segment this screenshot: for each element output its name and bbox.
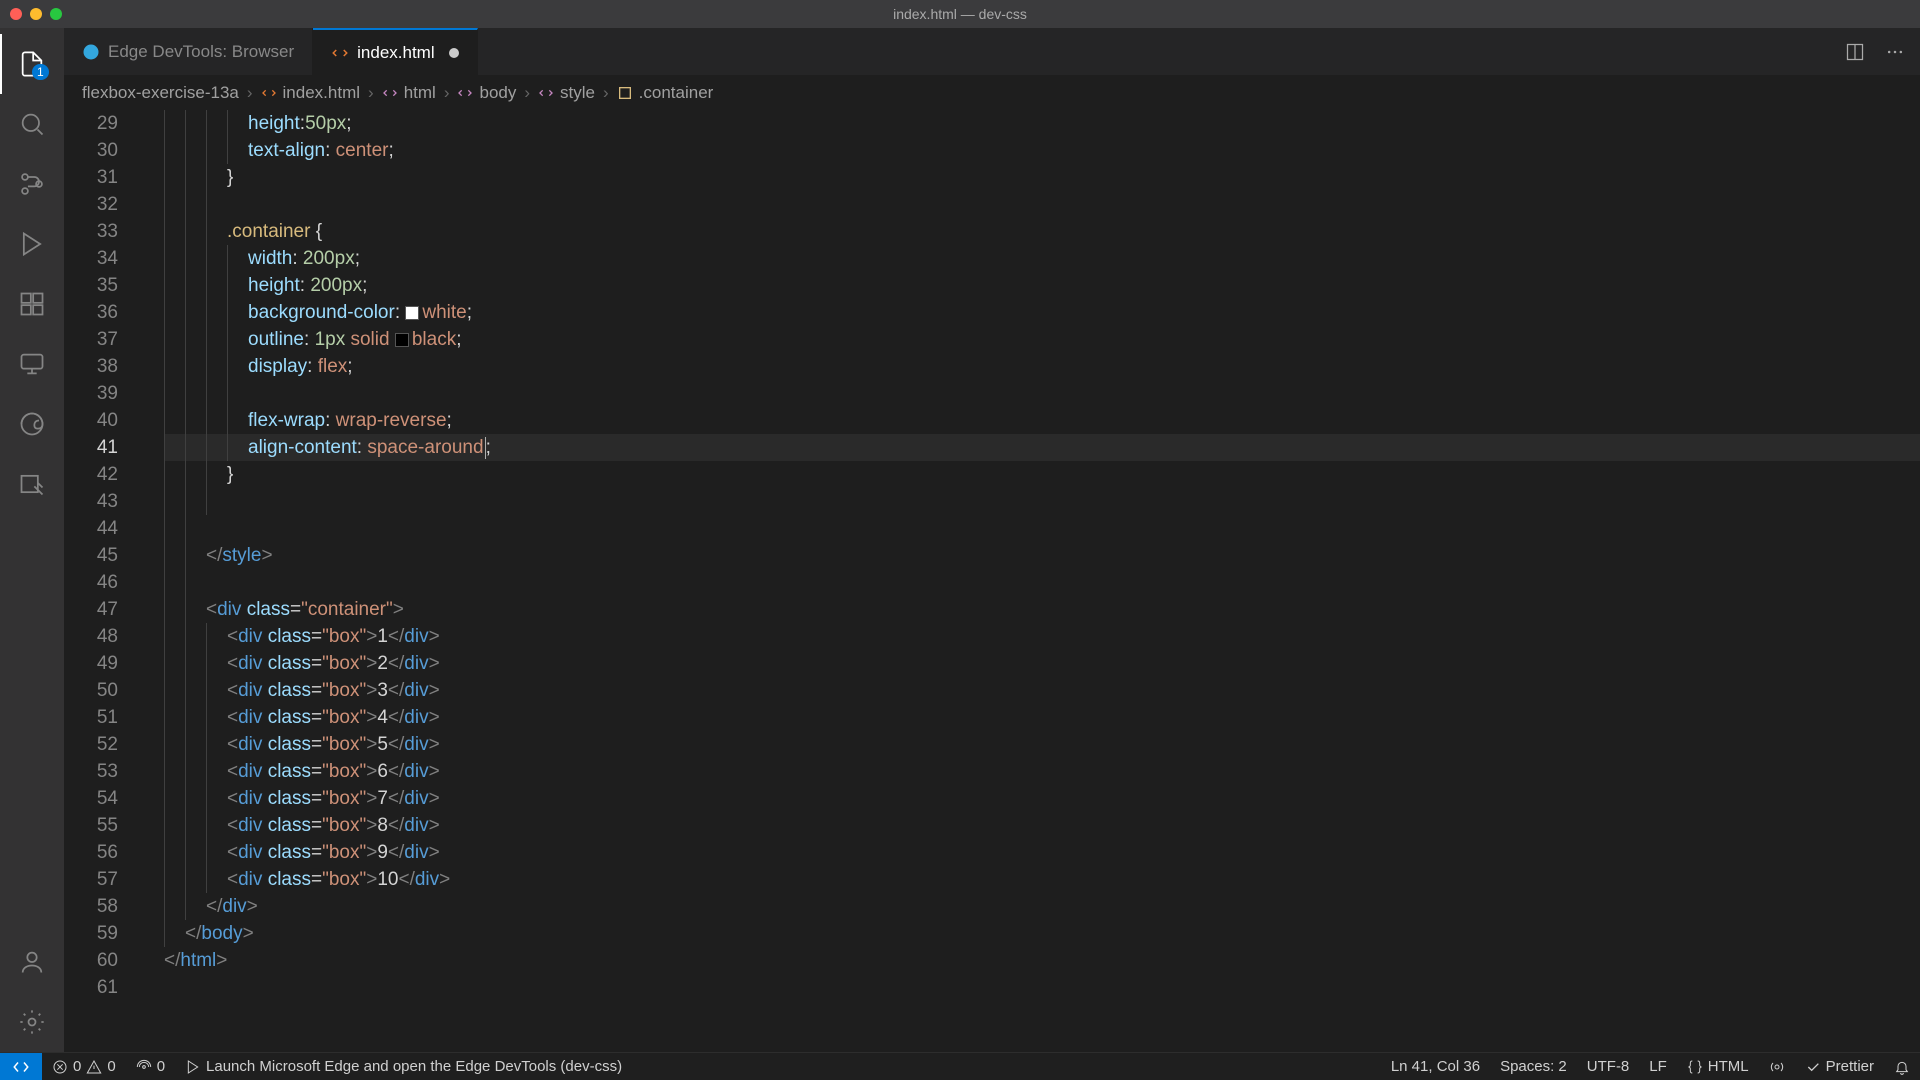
edge-icon <box>82 43 100 61</box>
status-go-live[interactable] <box>1759 1053 1795 1080</box>
check-icon <box>1805 1059 1821 1075</box>
radio-icon <box>136 1059 152 1075</box>
breadcrumb-container[interactable]: .container <box>617 83 714 103</box>
activity-explorer[interactable]: 1 <box>0 34 64 94</box>
chevron-right-icon: › <box>603 83 609 103</box>
activity-bar: 1 <box>0 28 64 1052</box>
minimize-window-button[interactable] <box>30 8 42 20</box>
chevron-right-icon: › <box>368 83 374 103</box>
status-errors[interactable]: 0 0 <box>42 1053 126 1080</box>
activity-extensions[interactable] <box>0 274 64 334</box>
tab-label: index.html <box>357 43 434 63</box>
maximize-window-button[interactable] <box>50 8 62 20</box>
bell-icon <box>1894 1059 1910 1075</box>
activity-edge[interactable] <box>0 394 64 454</box>
activity-run-debug[interactable] <box>0 214 64 274</box>
activity-search[interactable] <box>0 94 64 154</box>
explorer-badge: 1 <box>32 64 49 80</box>
debug-icon <box>185 1059 201 1075</box>
activity-accounts[interactable] <box>0 932 64 992</box>
remote-button[interactable] <box>0 1053 42 1080</box>
activity-inspect[interactable] <box>0 454 64 514</box>
html-file-icon <box>331 44 349 62</box>
code-editor[interactable]: 2930313233343536373839404142434445464748… <box>64 110 1920 1052</box>
window-titlebar: index.html — dev-css <box>0 0 1920 28</box>
close-window-button[interactable] <box>10 8 22 20</box>
window-controls <box>10 8 62 20</box>
tab-label: Edge DevTools: Browser <box>108 42 294 62</box>
line-number-gutter[interactable]: 2930313233343536373839404142434445464748… <box>64 110 136 1052</box>
tabs-bar: Edge DevTools: Browser index.html <box>64 28 1920 76</box>
status-launch-edge[interactable]: Launch Microsoft Edge and open the Edge … <box>175 1053 632 1080</box>
chevron-right-icon: › <box>247 83 253 103</box>
activity-source-control[interactable] <box>0 154 64 214</box>
more-actions-button[interactable] <box>1884 41 1906 63</box>
status-notifications[interactable] <box>1884 1053 1920 1080</box>
activity-remote[interactable] <box>0 334 64 394</box>
status-prettier[interactable]: Prettier <box>1795 1053 1884 1080</box>
chevron-right-icon: › <box>524 83 530 103</box>
status-bar: 0 0 0 Launch Microsoft Edge and open the… <box>0 1052 1920 1080</box>
status-encoding[interactable]: UTF-8 <box>1577 1053 1640 1080</box>
chevron-right-icon: › <box>444 83 450 103</box>
code-lines[interactable]: height:50px;text-align: center;}.contain… <box>164 110 1920 1052</box>
breadcrumb-project[interactable]: flexbox-exercise-13a <box>82 83 239 103</box>
breadcrumb-file[interactable]: index.html <box>261 83 360 103</box>
broadcast-icon <box>1769 1059 1785 1075</box>
window-title: index.html — dev-css <box>893 6 1027 22</box>
status-eol[interactable]: LF <box>1639 1053 1677 1080</box>
breadcrumb-body[interactable]: body <box>457 83 516 103</box>
status-indentation[interactable]: Spaces: 2 <box>1490 1053 1577 1080</box>
breadcrumb-html[interactable]: html <box>382 83 436 103</box>
activity-settings[interactable] <box>0 992 64 1052</box>
tab-index-html[interactable]: index.html <box>313 28 477 75</box>
tab-edge-devtools[interactable]: Edge DevTools: Browser <box>64 28 313 75</box>
status-language[interactable]: HTML <box>1677 1053 1759 1080</box>
error-icon <box>52 1059 68 1075</box>
braces-icon <box>1687 1059 1703 1075</box>
breadcrumb-style[interactable]: style <box>538 83 595 103</box>
split-editor-button[interactable] <box>1844 41 1866 63</box>
breadcrumb[interactable]: flexbox-exercise-13a › index.html › html… <box>64 76 1920 110</box>
warning-icon <box>86 1059 102 1075</box>
status-cursor-position[interactable]: Ln 41, Col 36 <box>1381 1053 1490 1080</box>
modified-indicator-icon <box>449 48 459 58</box>
status-ports[interactable]: 0 <box>126 1053 175 1080</box>
